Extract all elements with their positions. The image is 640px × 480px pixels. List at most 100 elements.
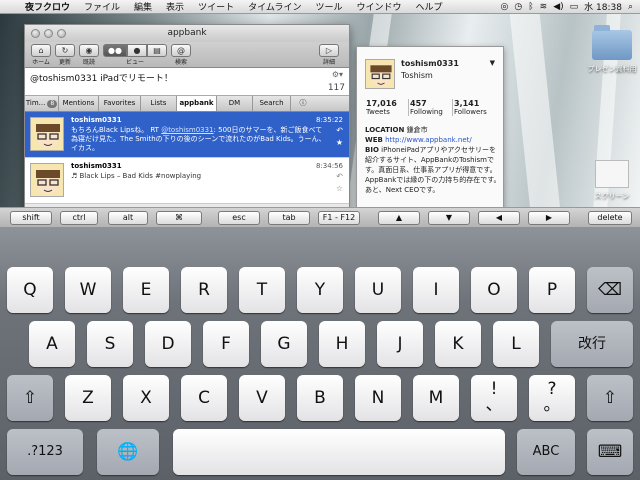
key-r[interactable]: R [181, 267, 227, 313]
space-bar[interactable] [173, 429, 505, 475]
key-w[interactable]: W [65, 267, 111, 313]
volume-icon[interactable]: ◀) [550, 2, 566, 12]
key-i[interactable]: I [413, 267, 459, 313]
profile-menu-icon[interactable]: ▼ [490, 59, 495, 67]
key-question[interactable]: ?。 [529, 375, 575, 421]
tab-mentions[interactable]: Mentions [59, 96, 99, 111]
key-t[interactable]: T [239, 267, 285, 313]
info-icon[interactable]: ⓘ [291, 96, 315, 111]
desktop-screenshot[interactable]: スクリーン [584, 160, 640, 201]
window-titlebar[interactable]: appbank [25, 25, 349, 42]
minimize-window-icon[interactable] [44, 29, 53, 38]
key-tab[interactable]: tab [268, 211, 310, 225]
mark-read-button[interactable]: ◉ 既読 [79, 44, 99, 66]
zoom-window-icon[interactable] [57, 29, 66, 38]
tweet-row[interactable]: toshism0331 8:34:56 ♬ Black Lips – Bad K… [25, 158, 349, 204]
key-k[interactable]: K [435, 321, 481, 367]
spotlight-icon[interactable]: ⌕ [625, 2, 636, 12]
key-esc[interactable]: esc [218, 211, 260, 225]
key-c[interactable]: C [181, 375, 227, 421]
favorite-star-icon[interactable]: ★ [336, 138, 343, 147]
tab-search[interactable]: Search [253, 96, 291, 111]
key-arrow-right[interactable]: ▶ [528, 211, 570, 225]
view-segmented-control[interactable]: ●● ● ▤ ビュー [103, 44, 167, 66]
compose-gear-icon[interactable]: ⚙▾ [332, 70, 343, 79]
key-g[interactable]: G [261, 321, 307, 367]
compose-field[interactable]: @toshism0331 iPadでリモート！ ⚙▾ 117 [25, 68, 349, 96]
key-p[interactable]: P [529, 267, 575, 313]
key-d[interactable]: D [145, 321, 191, 367]
tab-timeline[interactable]: Tim... 8 [25, 96, 59, 111]
key-arrow-left[interactable]: ◀ [478, 211, 520, 225]
stat-following[interactable]: 457 Following [409, 99, 453, 116]
key-l[interactable]: L [493, 321, 539, 367]
key-delete[interactable]: delete [588, 211, 632, 225]
menu-file[interactable]: ファイル [77, 0, 127, 13]
avatar[interactable] [30, 163, 64, 197]
key-arrow-up[interactable]: ▲ [378, 211, 420, 225]
key-u[interactable]: U [355, 267, 401, 313]
key-z[interactable]: Z [65, 375, 111, 421]
mention-link[interactable]: @toshism0331 [161, 126, 213, 134]
key-h[interactable]: H [319, 321, 365, 367]
battery-icon[interactable]: ▭ [567, 2, 582, 12]
key-o[interactable]: O [471, 267, 517, 313]
tab-lists[interactable]: Lists [141, 96, 177, 111]
numbers-key[interactable]: .?123 [7, 429, 83, 475]
shift-key[interactable]: ⇧ [7, 375, 53, 421]
key-m[interactable]: M [413, 375, 459, 421]
key-shift-special[interactable]: shift [10, 211, 52, 225]
tab-dm[interactable]: DM [217, 96, 253, 111]
key-ctrl[interactable]: ctrl [60, 211, 98, 225]
reply-icon[interactable]: ↶ [336, 172, 343, 181]
tweet-row[interactable]: toshism0331 8:35:22 もちろんBlack Lipsね。 RT … [25, 112, 349, 158]
wifi-icon[interactable]: ≋ [537, 2, 551, 12]
key-n[interactable]: N [355, 375, 401, 421]
menu-timeline[interactable]: タイムライン [241, 0, 308, 13]
key-exclamation[interactable]: !、 [471, 375, 517, 421]
key-command[interactable]: ⌘ [156, 211, 202, 225]
close-window-icon[interactable] [31, 29, 40, 38]
menu-help[interactable]: ヘルプ [408, 0, 449, 13]
abc-key[interactable]: ABC [517, 429, 575, 475]
bluetooth-icon[interactable]: ᛒ [525, 2, 536, 12]
view-single-icon[interactable]: ● [127, 44, 147, 57]
menu-tools[interactable]: ツール [308, 0, 349, 13]
avatar[interactable] [30, 117, 64, 151]
profile-web-link[interactable]: http://www.appbank.net/ [385, 136, 472, 144]
details-button[interactable]: ▷ 詳細 [319, 44, 339, 66]
refresh-button[interactable]: ↻ 更新 [55, 44, 75, 66]
key-b[interactable]: B [297, 375, 343, 421]
desktop-folder[interactable]: プレゼン資料用 [584, 25, 640, 74]
key-e[interactable]: E [123, 267, 169, 313]
key-f[interactable]: F [203, 321, 249, 367]
stat-tweets[interactable]: 17,016 Tweets [365, 99, 409, 116]
key-x[interactable]: X [123, 375, 169, 421]
favorite-star-icon[interactable]: ☆ [336, 184, 343, 193]
tab-favorites[interactable]: Favorites [99, 96, 141, 111]
key-y[interactable]: Y [297, 267, 343, 313]
menu-app-name[interactable]: 夜フクロウ [18, 0, 77, 13]
search-button[interactable]: @ 検索 [171, 44, 191, 66]
home-button[interactable]: ⌂ ホーム [31, 44, 51, 66]
view-list-icon[interactable]: ▤ [147, 44, 167, 57]
key-v[interactable]: V [239, 375, 285, 421]
compose-text[interactable]: @toshism0331 iPadでリモート！ [30, 74, 173, 84]
hide-keyboard-key[interactable]: ⌨ [587, 429, 633, 475]
view-conversation-icon[interactable]: ●● [103, 44, 127, 57]
key-j[interactable]: J [377, 321, 423, 367]
key-alt[interactable]: alt [108, 211, 148, 225]
tweet-username[interactable]: toshism0331 [71, 116, 343, 124]
key-s[interactable]: S [87, 321, 133, 367]
status-owl-icon[interactable]: ◎ [498, 2, 512, 12]
menu-window[interactable]: ウインドウ [349, 0, 408, 13]
menu-edit[interactable]: 編集 [127, 0, 159, 13]
key-q[interactable]: Q [7, 267, 53, 313]
menu-clock[interactable]: 水 18:38 [581, 0, 625, 13]
key-a[interactable]: A [29, 321, 75, 367]
tab-appbank[interactable]: appbank [177, 96, 217, 111]
shift-key-right[interactable]: ⇧ [587, 375, 633, 421]
menu-view[interactable]: 表示 [159, 0, 191, 13]
menu-tweet[interactable]: ツイート [191, 0, 241, 13]
key-function[interactable]: F1 - F12 [318, 211, 360, 225]
